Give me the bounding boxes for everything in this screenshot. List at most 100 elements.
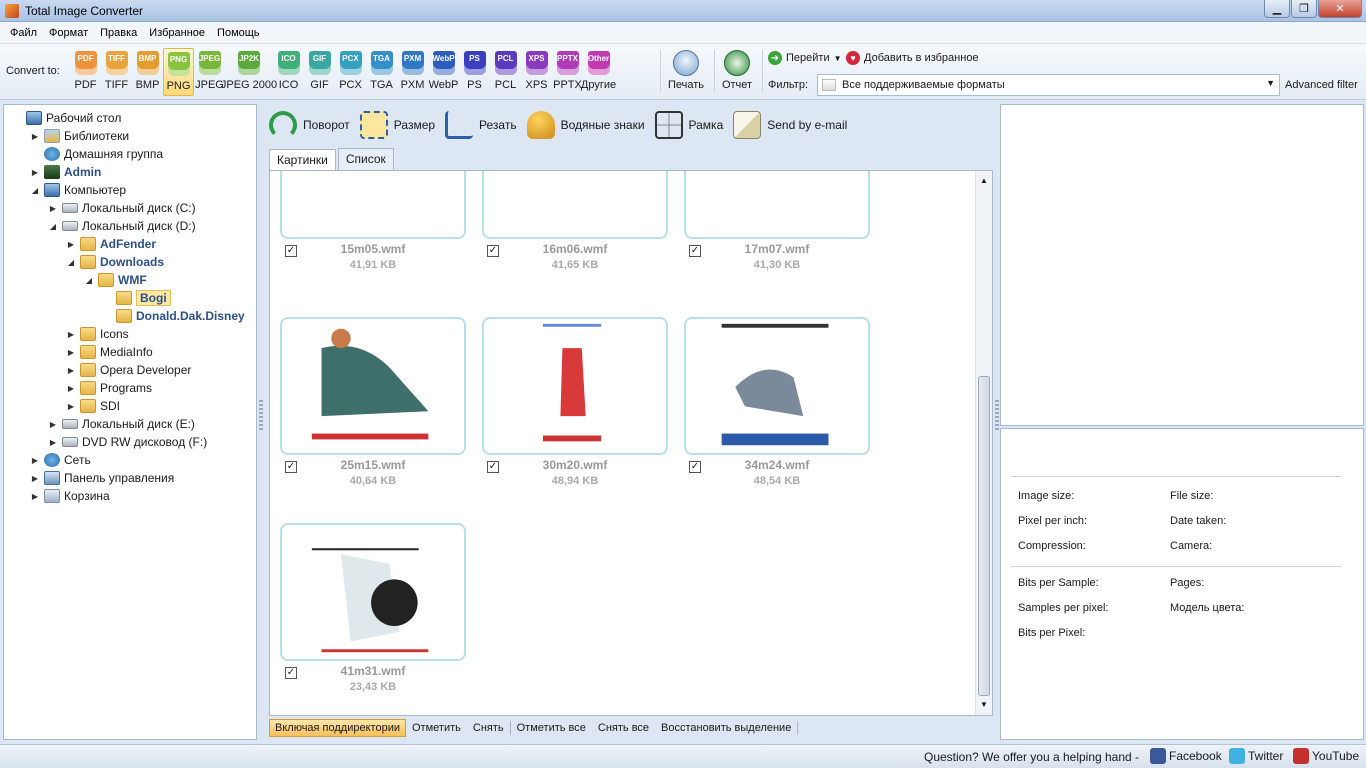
format-xps-button[interactable]: XPS XPS bbox=[521, 48, 552, 96]
report-button[interactable]: Отчет bbox=[714, 50, 760, 91]
format-tiff-button[interactable]: TIFF TIFF bbox=[101, 48, 132, 96]
scrollbar-thumb[interactable] bbox=[978, 376, 990, 696]
uncheck-all-button[interactable]: Снять все bbox=[592, 722, 655, 734]
resize-button[interactable]: Размер bbox=[359, 111, 435, 139]
twitter-link[interactable]: Twitter bbox=[1229, 748, 1283, 764]
format-gif-button[interactable]: GIF GIF bbox=[304, 48, 335, 96]
rotate-button[interactable]: Поворот bbox=[269, 111, 350, 139]
expand-arrow-icon[interactable]: ▶ bbox=[48, 438, 58, 447]
tab-list[interactable]: Список bbox=[337, 148, 394, 170]
tree-item[interactable]: Donald.Dak.Disney bbox=[102, 307, 245, 325]
tree-item[interactable]: ▶ MediaInfo bbox=[66, 343, 153, 361]
scroll-up-icon[interactable]: ▲ bbox=[976, 173, 992, 189]
expand-arrow-icon[interactable]: ▶ bbox=[30, 474, 40, 483]
thumbnail-card[interactable] bbox=[280, 171, 466, 239]
thumbnail-card[interactable] bbox=[482, 317, 668, 455]
tree-item[interactable]: ▶ Programs bbox=[66, 379, 152, 397]
expand-arrow-icon[interactable]: ▶ bbox=[66, 330, 76, 339]
expand-arrow-icon[interactable]: ▶ bbox=[30, 492, 40, 501]
tree-item[interactable]: ▶ Корзина bbox=[30, 487, 110, 505]
send-email-button[interactable]: Send by e-mail bbox=[733, 111, 847, 139]
expand-arrow-icon[interactable]: ▶ bbox=[30, 168, 40, 177]
tree-item[interactable]: ◢ Компьютер bbox=[30, 181, 126, 199]
tree-item[interactable]: Bogi bbox=[102, 289, 171, 307]
menu-format[interactable]: Формат bbox=[43, 27, 94, 39]
minimize-button[interactable]: ▁ bbox=[1264, 0, 1290, 18]
tree-item[interactable]: Рабочий стол bbox=[12, 109, 121, 127]
watermark-button[interactable]: Водяные знаки bbox=[526, 111, 645, 139]
format-bmp-button[interactable]: BMP BMP bbox=[132, 48, 163, 96]
close-button[interactable]: ✕ bbox=[1318, 0, 1362, 18]
format-pptx-button[interactable]: PPTX PPTX bbox=[552, 48, 583, 96]
collapse-arrow-icon[interactable]: ◢ bbox=[84, 276, 94, 285]
include-subdirs-button[interactable]: Включая поддиректории bbox=[269, 719, 406, 737]
tree-item[interactable]: ▶ Icons bbox=[66, 325, 129, 343]
left-splitter[interactable] bbox=[259, 400, 263, 430]
scroll-down-icon[interactable]: ▼ bbox=[976, 697, 992, 713]
tree-item[interactable]: ▶ Opera Developer bbox=[66, 361, 191, 379]
uncheck-button[interactable]: Снять bbox=[467, 722, 510, 734]
format-ps-button[interactable]: PS PS bbox=[459, 48, 490, 96]
expand-arrow-icon[interactable]: ▶ bbox=[48, 204, 58, 213]
format-other-button[interactable]: Other Другие bbox=[581, 48, 616, 96]
expand-arrow-icon[interactable]: ▶ bbox=[66, 348, 76, 357]
tree-item[interactable]: ▶ AdFender bbox=[66, 235, 156, 253]
tree-item[interactable]: ▶ Сеть bbox=[30, 451, 91, 469]
expand-arrow-icon[interactable]: ▶ bbox=[30, 456, 40, 465]
format-webp-button[interactable]: WebP WebP bbox=[428, 48, 459, 96]
expand-arrow-icon[interactable]: ▶ bbox=[30, 132, 40, 141]
thumbnail-card[interactable] bbox=[280, 317, 466, 455]
tree-item[interactable]: ▶ Локальный диск (C:) bbox=[48, 199, 196, 217]
tree-item[interactable]: ▶ Admin bbox=[30, 163, 101, 181]
expand-arrow-icon[interactable]: ▶ bbox=[48, 420, 58, 429]
collapse-arrow-icon[interactable]: ◢ bbox=[66, 258, 76, 267]
thumbnail-card[interactable] bbox=[482, 171, 668, 239]
tree-item[interactable]: Домашняя группа bbox=[30, 145, 163, 163]
print-button[interactable]: Печать bbox=[663, 50, 709, 91]
expand-arrow-icon[interactable]: ▶ bbox=[66, 402, 76, 411]
menu-help[interactable]: Помощь bbox=[211, 27, 266, 39]
crop-button[interactable]: Резать bbox=[445, 111, 517, 139]
maximize-button[interactable]: ❐ bbox=[1291, 0, 1317, 18]
tree-item[interactable]: ▶ Панель управления bbox=[30, 469, 174, 487]
collapse-arrow-icon[interactable]: ◢ bbox=[48, 222, 58, 231]
menu-file[interactable]: Файл bbox=[4, 27, 43, 39]
format-jp2k-button[interactable]: JP2K JPEG 2000 bbox=[221, 48, 277, 96]
format-pcx-button[interactable]: PCX PCX bbox=[335, 48, 366, 96]
menu-edit[interactable]: Правка bbox=[94, 27, 143, 39]
format-pxm-button[interactable]: PXM PXM bbox=[397, 48, 428, 96]
youtube-link[interactable]: YouTube bbox=[1293, 748, 1359, 764]
add-favorite-button[interactable]: ♥ Добавить в избранное bbox=[846, 51, 979, 65]
frame-button[interactable]: Рамка bbox=[654, 111, 723, 139]
vertical-scrollbar[interactable]: ▲ ▼ bbox=[975, 171, 992, 715]
tree-item[interactable]: ◢ WMF bbox=[84, 271, 147, 289]
expand-arrow-icon[interactable]: ▶ bbox=[66, 366, 76, 375]
tree-item[interactable]: ◢ Локальный диск (D:) bbox=[48, 217, 196, 235]
check-button[interactable]: Отметить bbox=[406, 722, 467, 734]
tab-thumbnails[interactable]: Картинки bbox=[269, 149, 336, 171]
format-pdf-button[interactable]: PDF PDF bbox=[70, 48, 101, 96]
tree-item[interactable]: ▶ Библиотеки bbox=[30, 127, 129, 145]
format-ico-button[interactable]: ICO ICO bbox=[273, 48, 304, 96]
tree-item[interactable]: ◢ Downloads bbox=[66, 253, 164, 271]
tree-item[interactable]: ▶ SDI bbox=[66, 397, 120, 415]
tree-item[interactable]: ▶ DVD RW дисковод (F:) bbox=[48, 433, 207, 451]
expand-arrow-icon[interactable]: ▶ bbox=[66, 240, 76, 249]
facebook-link[interactable]: Facebook bbox=[1150, 748, 1222, 764]
format-pcl-button[interactable]: PCL PCL bbox=[490, 48, 521, 96]
check-all-button[interactable]: Отметить все bbox=[511, 722, 592, 734]
thumbnail-card[interactable] bbox=[684, 317, 870, 455]
format-tga-button[interactable]: TGA TGA bbox=[366, 48, 397, 96]
format-label: PCL bbox=[494, 79, 517, 91]
expand-arrow-icon[interactable]: ▶ bbox=[66, 384, 76, 393]
restore-selection-button[interactable]: Восстановить выделение bbox=[655, 722, 797, 734]
collapse-arrow-icon[interactable]: ◢ bbox=[30, 186, 40, 195]
tree-item[interactable]: ▶ Локальный диск (E:) bbox=[48, 415, 195, 433]
thumbnail-card[interactable] bbox=[684, 171, 870, 239]
goto-button[interactable]: ➜ Перейти ▼ bbox=[768, 51, 842, 65]
advanced-filter-link[interactable]: Advanced filter bbox=[1285, 79, 1358, 91]
format-png-button[interactable]: PNG PNG bbox=[163, 48, 194, 96]
menu-favorites[interactable]: Избранное bbox=[143, 27, 211, 39]
filter-select[interactable]: Все поддерживаемые форматы ▼ bbox=[817, 74, 1280, 96]
thumbnail-card[interactable] bbox=[280, 523, 466, 661]
